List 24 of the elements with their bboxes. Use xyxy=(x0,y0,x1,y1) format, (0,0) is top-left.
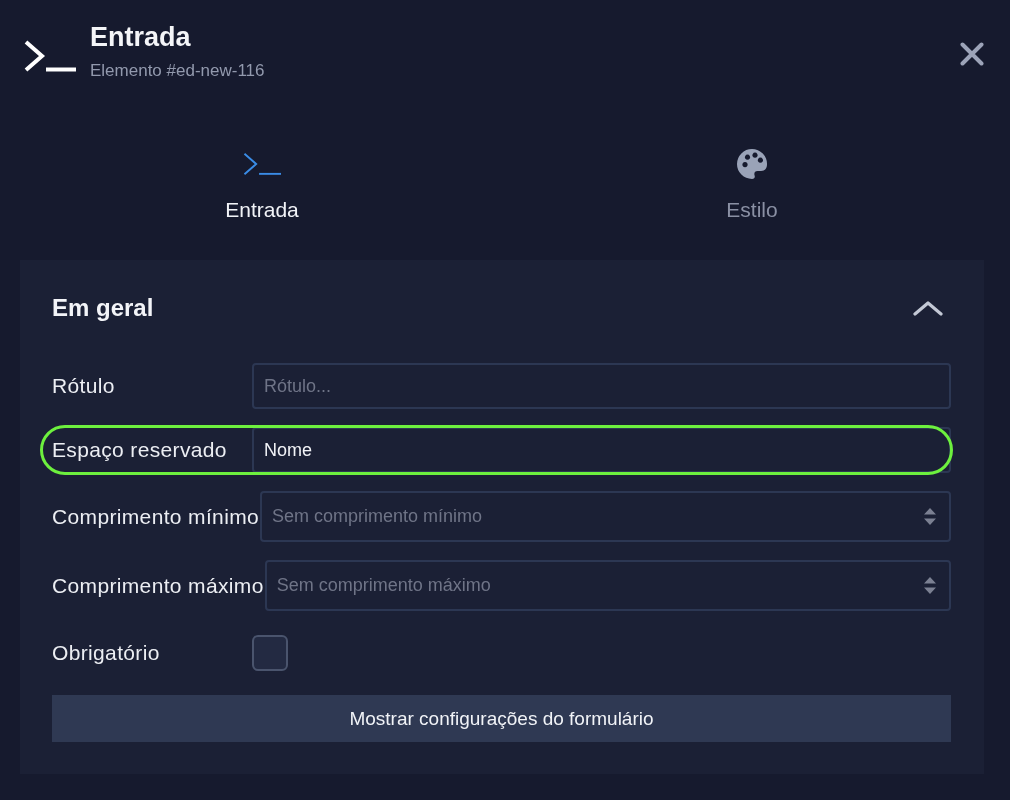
text-field[interactable]: Rótulo... xyxy=(252,363,951,409)
spinner-icon[interactable] xyxy=(924,577,936,594)
field-label: Comprimento mínimo xyxy=(52,504,261,529)
tab[interactable]: Estilo xyxy=(507,142,997,233)
close-button[interactable] xyxy=(960,42,984,66)
checkbox[interactable] xyxy=(252,635,288,671)
number-field[interactable]: Sem comprimento mínimo xyxy=(260,491,951,542)
terminal-icon xyxy=(243,152,281,176)
spinner-icon[interactable] xyxy=(924,508,936,525)
form-settings-button[interactable]: Mostrar configurações do formulário xyxy=(52,695,951,742)
field-label: Espaço reservado xyxy=(52,438,228,462)
panel-title: Entrada xyxy=(90,22,191,52)
field-label: Comprimento máximo xyxy=(52,573,265,598)
section-title: Em geral xyxy=(52,294,154,322)
terminal-icon xyxy=(24,40,76,72)
palette-icon xyxy=(737,149,767,179)
chevron-up-icon[interactable] xyxy=(913,300,943,316)
field-label: Obrigatório xyxy=(52,641,161,665)
close-icon xyxy=(960,42,984,66)
tab[interactable]: Entrada xyxy=(17,142,507,233)
field-label: Rótulo xyxy=(52,374,116,398)
panel-subtitle: Elemento #ed-new-116 xyxy=(90,60,265,82)
text-field[interactable]: Nome xyxy=(252,427,951,473)
number-field[interactable]: Sem comprimento máximo xyxy=(264,560,951,611)
